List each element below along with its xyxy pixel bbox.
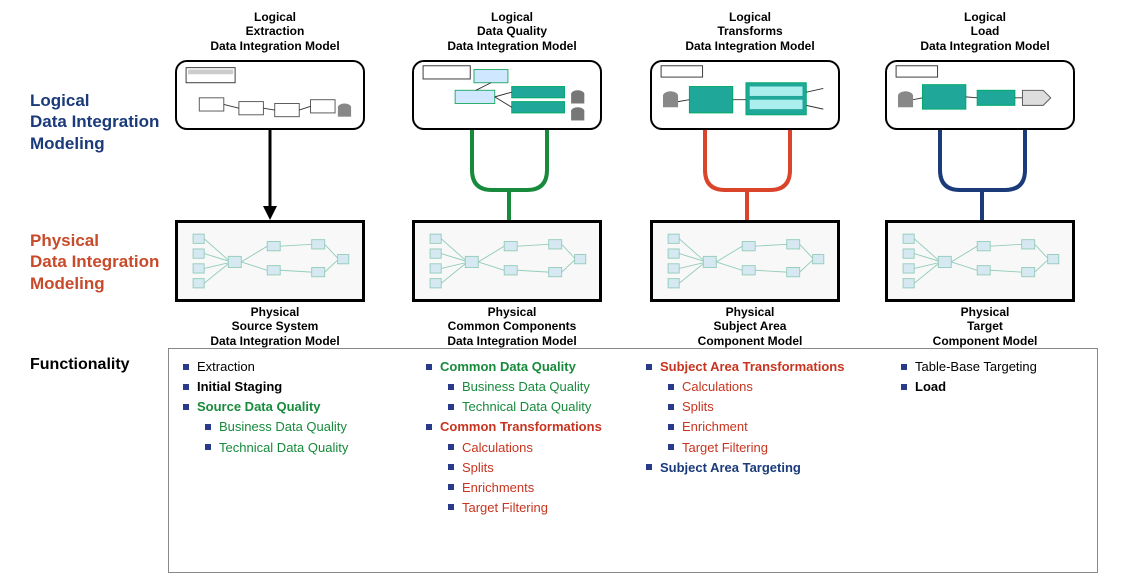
- functionality-item: Enrichment: [666, 417, 889, 437]
- functionality-item: Target Filtering: [666, 438, 889, 458]
- logical-model-box-2: [412, 60, 602, 130]
- functionality-col-2: Common Data QualityBusiness Data Quality…: [424, 357, 674, 518]
- functionality-item: Splits: [446, 458, 674, 478]
- functionality-item: Technical Data Quality: [203, 438, 421, 458]
- functionality-item: Business Data Quality: [446, 377, 674, 397]
- connector-arrow-1: [175, 130, 375, 222]
- functionality-col-3: Subject Area TransformationsCalculations…: [644, 357, 889, 478]
- functionality-item: Business Data Quality: [203, 417, 421, 437]
- functionality-item: Extraction: [181, 357, 421, 377]
- physical-caption-2: PhysicalCommon ComponentsData Integratio…: [412, 305, 612, 348]
- functionality-item: Subject Area Transformations: [644, 357, 889, 377]
- row-label-logical: LogicalData IntegrationModeling: [30, 90, 159, 154]
- physical-caption-4: PhysicalTargetComponent Model: [885, 305, 1085, 348]
- connector-2: [412, 130, 612, 222]
- row-label-functionality: Functionality: [30, 355, 130, 375]
- functionality-item: Enrichments: [446, 478, 674, 498]
- functionality-item: Subject Area Targeting: [644, 458, 889, 478]
- logical-model-box-4: [885, 60, 1075, 130]
- logical-model-box-1: [175, 60, 365, 130]
- logical-caption-4: LogicalLoadData Integration Model: [885, 10, 1085, 53]
- row-label-physical: PhysicalData IntegrationModeling: [30, 230, 159, 294]
- connector-4: [885, 130, 1085, 222]
- physical-caption-3: PhysicalSubject AreaComponent Model: [650, 305, 850, 348]
- physical-model-box-4: [885, 220, 1075, 302]
- functionality-item: Calculations: [446, 438, 674, 458]
- logical-caption-1: LogicalExtractionData Integration Model: [175, 10, 375, 53]
- functionality-item: Technical Data Quality: [446, 397, 674, 417]
- functionality-item: Initial Staging: [181, 377, 421, 397]
- functionality-item: Table-Base Targeting: [899, 357, 1089, 377]
- physical-model-box-2: [412, 220, 602, 302]
- physical-model-box-3: [650, 220, 840, 302]
- functionality-item: Common Data Quality: [424, 357, 674, 377]
- functionality-item: Source Data Quality: [181, 397, 421, 417]
- logical-model-box-3: [650, 60, 840, 130]
- functionality-item: Splits: [666, 397, 889, 417]
- logical-caption-3: LogicalTransformsData Integration Model: [650, 10, 850, 53]
- logical-caption-2: LogicalData QualityData Integration Mode…: [412, 10, 612, 53]
- physical-model-box-1: [175, 220, 365, 302]
- functionality-item: Common Transformations: [424, 417, 674, 437]
- functionality-col-4: Table-Base TargetingLoad: [899, 357, 1089, 397]
- functionality-item: Target Filtering: [446, 498, 674, 518]
- functionality-panel: ExtractionInitial StagingSource Data Qua…: [168, 348, 1098, 573]
- functionality-col-1: ExtractionInitial StagingSource Data Qua…: [181, 357, 421, 458]
- physical-caption-1: PhysicalSource SystemData Integration Mo…: [175, 305, 375, 348]
- connector-3: [650, 130, 850, 222]
- functionality-item: Load: [899, 377, 1089, 397]
- functionality-item: Calculations: [666, 377, 889, 397]
